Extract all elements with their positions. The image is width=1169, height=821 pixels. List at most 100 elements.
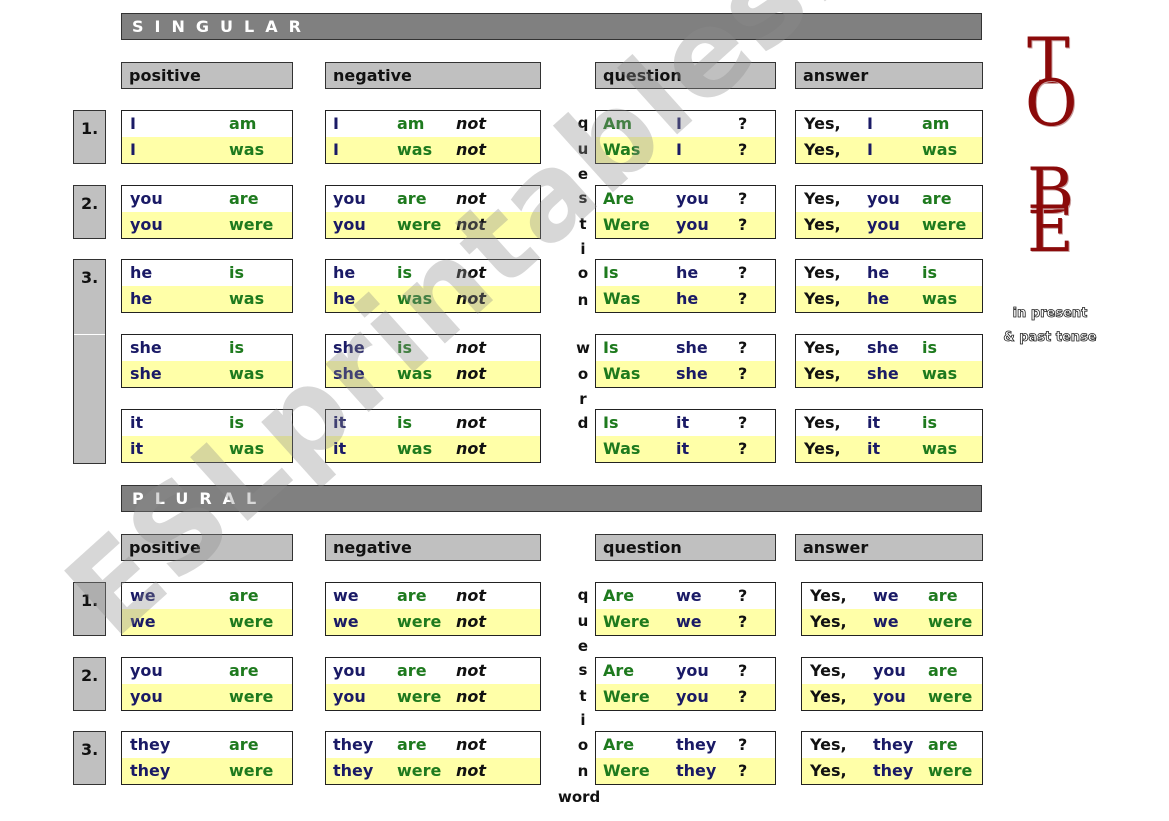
plural-header-answer: answer bbox=[795, 534, 983, 561]
singular-positive-box: Iam Iwas bbox=[121, 110, 293, 164]
verb-cell: are bbox=[229, 735, 259, 754]
question-word-letter: i bbox=[580, 711, 586, 729]
negation-cell: not bbox=[456, 612, 487, 631]
pronoun-cell: you bbox=[130, 215, 163, 234]
verb-cell: was bbox=[397, 364, 433, 383]
past-row: Was I? bbox=[596, 137, 775, 163]
subtitle-past: & past tense bbox=[1003, 330, 1097, 346]
verb-cell: are bbox=[397, 661, 427, 680]
verb-cell: were bbox=[928, 761, 973, 780]
verb-cell: were bbox=[229, 215, 274, 234]
pronoun-cell: I bbox=[867, 140, 873, 159]
negation-cell: not bbox=[456, 338, 487, 357]
present-row: he is not bbox=[326, 260, 540, 286]
answer-yes-cell: Yes, bbox=[804, 140, 841, 159]
past-row: Iwas not bbox=[326, 137, 540, 163]
verb-cell: Were bbox=[603, 215, 650, 234]
singular-number-2: 2. bbox=[73, 185, 106, 239]
verb-cell: is bbox=[922, 338, 938, 357]
plural-positive-box: we are we were bbox=[121, 582, 293, 636]
singular-positive-box: you are you were bbox=[121, 185, 293, 239]
present-row: we are not bbox=[326, 583, 540, 609]
singular-header-answer: answer bbox=[795, 62, 983, 89]
pronoun-cell: they bbox=[676, 761, 717, 780]
past-row: Was it? bbox=[596, 436, 775, 462]
past-row: you were not bbox=[326, 684, 540, 710]
verb-cell: was bbox=[397, 140, 433, 159]
present-row: she is not bbox=[326, 335, 540, 361]
verb-cell: Was bbox=[603, 140, 641, 159]
verb-cell: was bbox=[229, 289, 265, 308]
plural-answer-box: Yes, we are Yes, we were bbox=[801, 582, 983, 636]
answer-yes-cell: Yes, bbox=[810, 612, 847, 631]
verb-cell: is bbox=[397, 338, 413, 357]
question-word-letter: e bbox=[577, 165, 589, 183]
verb-cell: was bbox=[922, 140, 958, 159]
question-word-letter: t bbox=[579, 687, 587, 705]
past-row: Was he? bbox=[596, 286, 775, 312]
watermark: ESLprintables.com bbox=[40, 0, 1078, 663]
verb-cell: are bbox=[229, 189, 259, 208]
singular-negative-box: you are not you were not bbox=[325, 185, 541, 239]
question-word-letter: n bbox=[577, 762, 589, 780]
question-word-letter: e bbox=[577, 637, 589, 655]
answer-yes-cell: Yes, bbox=[804, 215, 841, 234]
question-word-letter: u bbox=[577, 140, 589, 158]
pronoun-cell: she bbox=[676, 338, 708, 357]
plural-header-negative: negative bbox=[325, 534, 541, 561]
singular-question-box: Is she? Was she? bbox=[595, 334, 776, 388]
verb-cell: is bbox=[397, 263, 413, 282]
verb-cell: Was bbox=[603, 439, 641, 458]
pronoun-cell: it bbox=[676, 413, 690, 432]
present-row: you are not bbox=[326, 658, 540, 684]
verb-cell: Is bbox=[603, 413, 619, 432]
verb-cell: is bbox=[229, 413, 245, 432]
singular-positive-box: she is she was bbox=[121, 334, 293, 388]
question-mark-cell: ? bbox=[738, 612, 748, 631]
verb-cell: was bbox=[229, 439, 265, 458]
singular-header-positive: positive bbox=[121, 62, 293, 89]
plural-word-label: word bbox=[558, 788, 601, 806]
verb-cell: are bbox=[397, 189, 427, 208]
present-row: they are not bbox=[326, 732, 540, 758]
question-word-letter: q bbox=[577, 114, 589, 132]
verb-cell: are bbox=[928, 661, 958, 680]
present-row: Yes, we are bbox=[802, 583, 982, 609]
present-row: Yes, Iam bbox=[796, 111, 982, 137]
pronoun-cell: it bbox=[333, 439, 347, 458]
pronoun-cell: you bbox=[867, 189, 900, 208]
question-mark-cell: ? bbox=[738, 586, 748, 605]
present-row: we are bbox=[122, 583, 292, 609]
present-row: Am I? bbox=[596, 111, 775, 137]
answer-yes-cell: Yes, bbox=[810, 661, 847, 680]
pronoun-cell: he bbox=[130, 263, 153, 282]
verb-cell: were bbox=[922, 215, 967, 234]
pronoun-cell: I bbox=[130, 140, 136, 159]
plural-question-box: Are they? Were they? bbox=[595, 731, 776, 785]
present-row: Are you? bbox=[596, 658, 775, 684]
question-word-letter: q bbox=[577, 586, 589, 604]
question-word-letter: d bbox=[577, 414, 589, 432]
past-row: he was bbox=[122, 286, 292, 312]
past-row: Yes, they were bbox=[802, 758, 982, 784]
verb-cell: were bbox=[229, 687, 274, 706]
answer-yes-cell: Yes, bbox=[810, 735, 847, 754]
negation-cell: not bbox=[456, 735, 487, 754]
singular-header-negative: negative bbox=[325, 62, 541, 89]
present-row: Yes, you are bbox=[802, 658, 982, 684]
verb-cell: was bbox=[397, 439, 433, 458]
title-letter-o: O bbox=[1025, 67, 1078, 141]
verb-cell: were bbox=[397, 612, 442, 631]
answer-yes-cell: Yes, bbox=[804, 289, 841, 308]
question-mark-cell: ? bbox=[738, 687, 748, 706]
question-mark-cell: ? bbox=[738, 735, 748, 754]
pronoun-cell: they bbox=[333, 761, 374, 780]
negation-cell: not bbox=[456, 263, 487, 282]
present-row: Iam not bbox=[326, 111, 540, 137]
present-row: Yes, you are bbox=[796, 186, 982, 212]
question-word-letter: o bbox=[577, 264, 589, 282]
verb-cell: are bbox=[928, 735, 958, 754]
answer-yes-cell: Yes, bbox=[810, 586, 847, 605]
singular-negative-box: it is not it was not bbox=[325, 409, 541, 463]
verb-cell: Are bbox=[603, 586, 635, 605]
